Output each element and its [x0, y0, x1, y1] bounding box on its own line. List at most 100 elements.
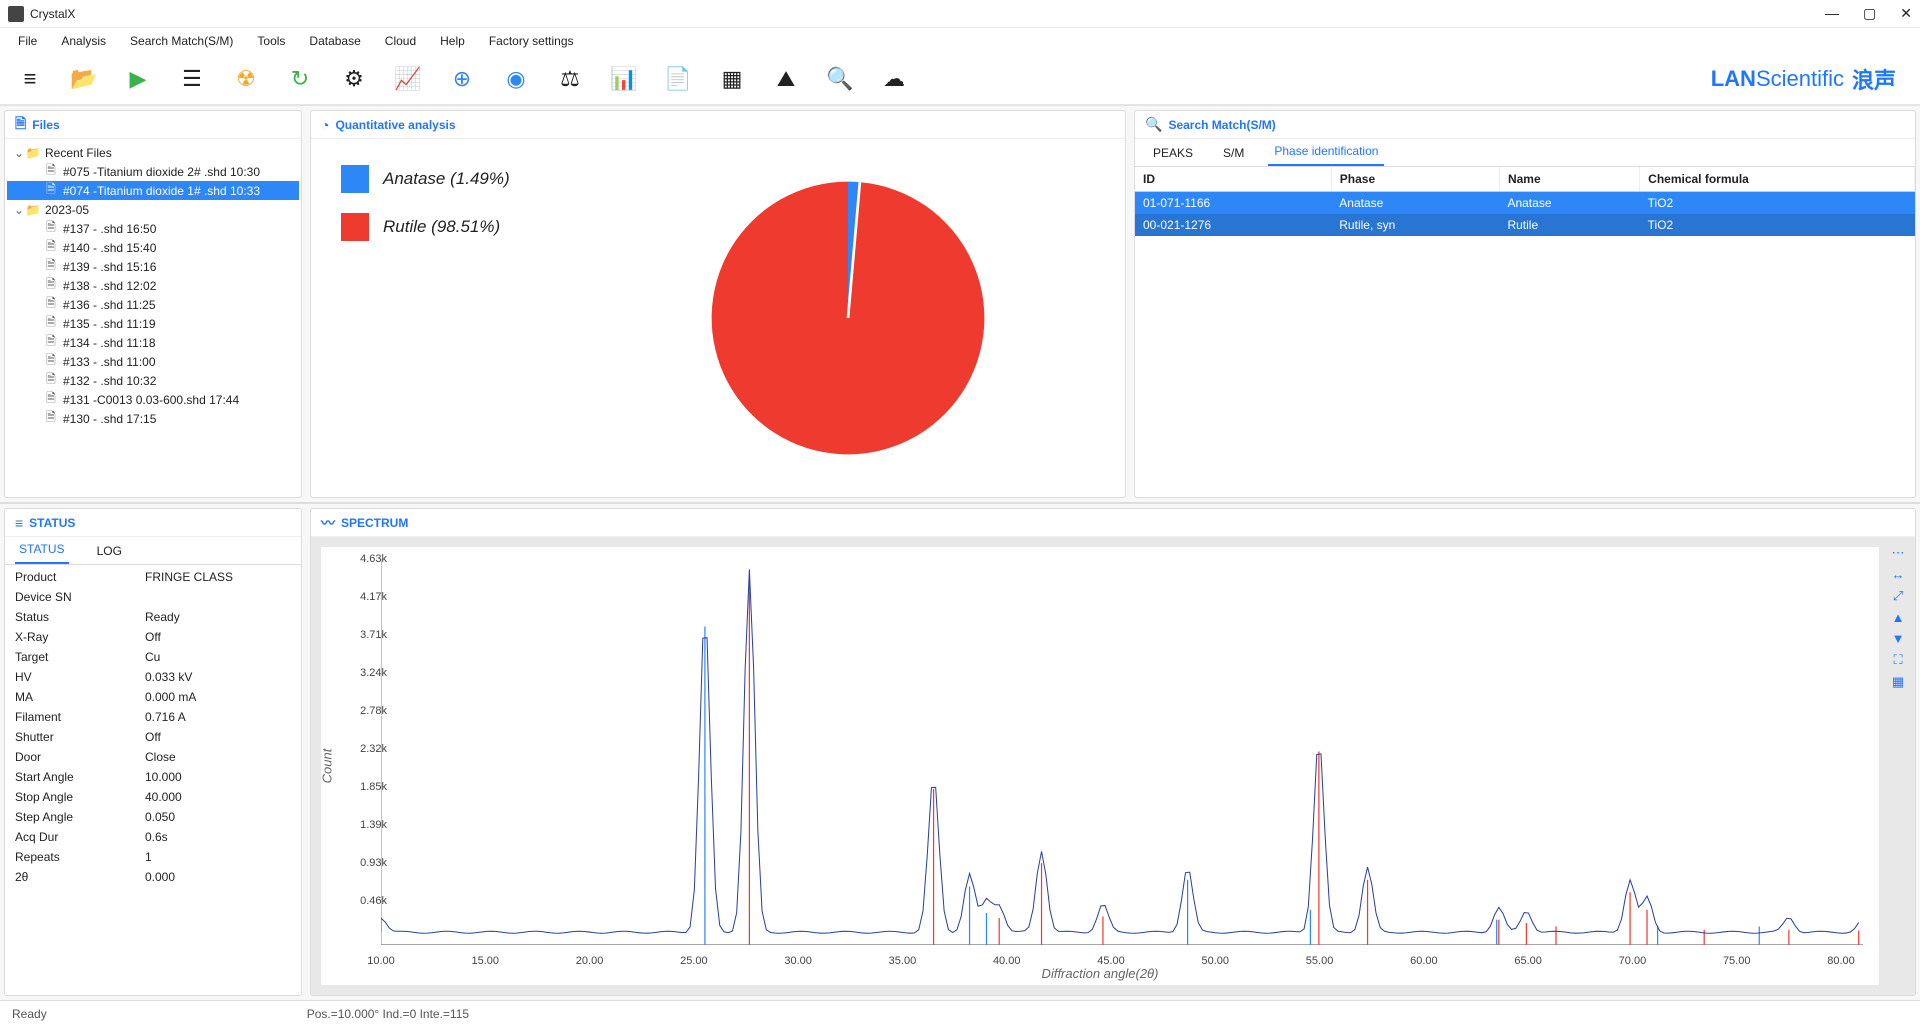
- status-row: Acq Dur0.6s: [5, 827, 301, 847]
- target-icon[interactable]: ⊕: [444, 61, 480, 97]
- up-icon[interactable]: ▲: [1892, 610, 1905, 625]
- file-item[interactable]: 🗎#137 - .shd 16:50: [7, 219, 299, 238]
- spectrum-icon: 〰: [321, 513, 335, 533]
- status-row: Device SN: [5, 587, 301, 607]
- files-panel: 🗎 Files ⌄📁Recent Files🗎#075 -Titanium di…: [4, 110, 302, 498]
- status-row: Start Angle10.000: [5, 767, 301, 787]
- search-icon: 🔍: [1145, 116, 1162, 133]
- status-row: X-RayOff: [5, 627, 301, 647]
- table-row[interactable]: 01-071-1166AnataseAnataseTiO2: [1135, 192, 1915, 215]
- status-row: 2θ0.000: [5, 867, 301, 887]
- menu-help[interactable]: Help: [430, 31, 475, 51]
- menu-analysis[interactable]: Analysis: [51, 31, 116, 51]
- quant-title: Quantitative analysis: [335, 118, 455, 132]
- menu-factory-settings[interactable]: Factory settings: [479, 31, 584, 51]
- file-item[interactable]: 🗎#134 - .shd 11:18: [7, 333, 299, 352]
- phase-table: IDPhaseNameChemical formula 01-071-1166A…: [1135, 167, 1915, 236]
- status-row: ProductFRINGE CLASS: [5, 567, 301, 587]
- table-row[interactable]: 00-021-1276Rutile, synRutileTiO2: [1135, 214, 1915, 236]
- grid-icon[interactable]: ▦: [714, 61, 750, 97]
- more-icon[interactable]: ⋯: [1892, 545, 1905, 561]
- search-title: Search Match(S/M): [1168, 118, 1275, 132]
- legend-item: Anatase (1.49%): [341, 165, 601, 193]
- status-row: DoorClose: [5, 747, 301, 767]
- tab-peaks[interactable]: PEAKS: [1147, 142, 1199, 166]
- play-icon[interactable]: ▶: [120, 61, 156, 97]
- x-axis-label: Diffraction angle(2θ): [1042, 966, 1159, 981]
- file-item[interactable]: 🗎#133 - .shd 11:00: [7, 352, 299, 371]
- app-icon: [8, 6, 24, 22]
- file-item[interactable]: 🗎#130 - .shd 17:15: [7, 409, 299, 428]
- status-row: ShutterOff: [5, 727, 301, 747]
- radiation-icon[interactable]: ☢: [228, 61, 264, 97]
- file-item[interactable]: 🗎#138 - .shd 12:02: [7, 276, 299, 295]
- status-row: Stop Angle40.000: [5, 787, 301, 807]
- expand-icon[interactable]: ⤢: [1893, 588, 1903, 604]
- file-item[interactable]: 🗎#136 - .shd 11:25: [7, 295, 299, 314]
- tab-phase-identification[interactable]: Phase identification: [1268, 140, 1384, 166]
- quantitative-panel: ◔ Quantitative analysis Anatase (1.49%) R…: [310, 110, 1126, 498]
- spectrum-tools: ⋯ ↔ ⤢ ▲ ▼ ⛶ ▦: [1885, 541, 1911, 991]
- scale-icon[interactable]: ⚖: [552, 61, 588, 97]
- tab-status[interactable]: STATUS: [15, 538, 69, 564]
- folder-item[interactable]: ⌄📁2023-05: [7, 200, 299, 219]
- list-icon[interactable]: ☰: [174, 61, 210, 97]
- close-button[interactable]: ✕: [1900, 5, 1912, 22]
- maximize-button[interactable]: ▢: [1863, 5, 1876, 22]
- spectrum-title: SPECTRUM: [341, 516, 408, 530]
- menubar: FileAnalysisSearch Match(S/M)ToolsDataba…: [0, 28, 1920, 54]
- pie-icon: ◔: [321, 117, 329, 133]
- open-icon[interactable]: 📂: [66, 61, 102, 97]
- fingerprint-icon[interactable]: ◉: [498, 61, 534, 97]
- search-tabs: PEAKS S/M Phase identification: [1135, 139, 1915, 167]
- minimize-button[interactable]: —: [1825, 5, 1839, 22]
- file-item[interactable]: 🗎#140 - .shd 15:40: [7, 238, 299, 257]
- search-panel: 🔍 Search Match(S/M) PEAKS S/M Phase identi…: [1134, 110, 1916, 498]
- tab-s-m[interactable]: S/M: [1217, 142, 1250, 166]
- spectrum-chart[interactable]: Count Diffraction angle(2θ) 0.46k0.93k1.…: [321, 547, 1879, 985]
- status-row: StatusReady: [5, 607, 301, 627]
- file-item[interactable]: 🗎#132 - .shd 10:32: [7, 371, 299, 390]
- folder-item[interactable]: ⌄📁Recent Files: [7, 143, 299, 162]
- file-item[interactable]: 🗎#139 - .shd 15:16: [7, 257, 299, 276]
- status-row: TargetCu: [5, 647, 301, 667]
- down-icon[interactable]: ▼: [1892, 631, 1905, 646]
- files-title: Files: [32, 118, 59, 132]
- gear-icon[interactable]: ⚙: [336, 61, 372, 97]
- status-panel: ≡ STATUS STATUSLOG ProductFRINGE CLASSDe…: [4, 508, 302, 996]
- plot-icon[interactable]: 📊: [606, 61, 642, 97]
- zoom-icon[interactable]: 🔍: [822, 61, 858, 97]
- status-left: Ready: [12, 1007, 47, 1021]
- menu-file[interactable]: File: [8, 31, 47, 51]
- fullscreen-icon[interactable]: ⛶: [1893, 652, 1902, 668]
- expand-h-icon[interactable]: ↔: [1892, 567, 1905, 582]
- status-icon: ≡: [15, 515, 23, 531]
- file-item[interactable]: 🗎#135 - .shd 11:19: [7, 314, 299, 333]
- menu-tools[interactable]: Tools: [247, 31, 295, 51]
- refresh-icon[interactable]: ↻: [282, 61, 318, 97]
- file-tree[interactable]: ⌄📁Recent Files🗎#075 -Titanium dioxide 2#…: [5, 139, 301, 497]
- menu-cloud[interactable]: Cloud: [375, 31, 426, 51]
- status-row: Filament0.716 A: [5, 707, 301, 727]
- app-title: CrystalX: [30, 7, 75, 21]
- status-row: MA0.000 mA: [5, 687, 301, 707]
- menu-icon[interactable]: ≡: [12, 61, 48, 97]
- titlebar: CrystalX — ▢ ✕: [0, 0, 1920, 28]
- database-cloud-icon[interactable]: ☁: [876, 61, 912, 97]
- status-row: HV0.033 kV: [5, 667, 301, 687]
- export-icon[interactable]: 📄: [660, 61, 696, 97]
- file-item[interactable]: 🗎#131 -C0013 0.03-600.shd 17:44: [7, 390, 299, 409]
- grid-icon[interactable]: ▦: [1892, 674, 1904, 690]
- status-right: Pos.=10.000° Ind.=0 Inte.=115: [307, 1007, 469, 1021]
- menu-database[interactable]: Database: [299, 31, 370, 51]
- menu-search-match-s-m-[interactable]: Search Match(S/M): [120, 31, 243, 51]
- status-row: Repeats1: [5, 847, 301, 867]
- flag-icon[interactable]: ⛰: [768, 61, 804, 97]
- pie-chart: [601, 159, 1095, 477]
- spectrum-panel: 〰 SPECTRUM Count Diffraction angle(2θ) 0…: [310, 508, 1916, 996]
- tab-log[interactable]: LOG: [93, 540, 126, 564]
- legend-item: Rutile (98.51%): [341, 213, 601, 241]
- file-item[interactable]: 🗎#074 -Titanium dioxide 1# .shd 10:33: [7, 181, 299, 200]
- file-item[interactable]: 🗎#075 -Titanium dioxide 2# .shd 10:30: [7, 162, 299, 181]
- chart-icon[interactable]: 📈: [390, 61, 426, 97]
